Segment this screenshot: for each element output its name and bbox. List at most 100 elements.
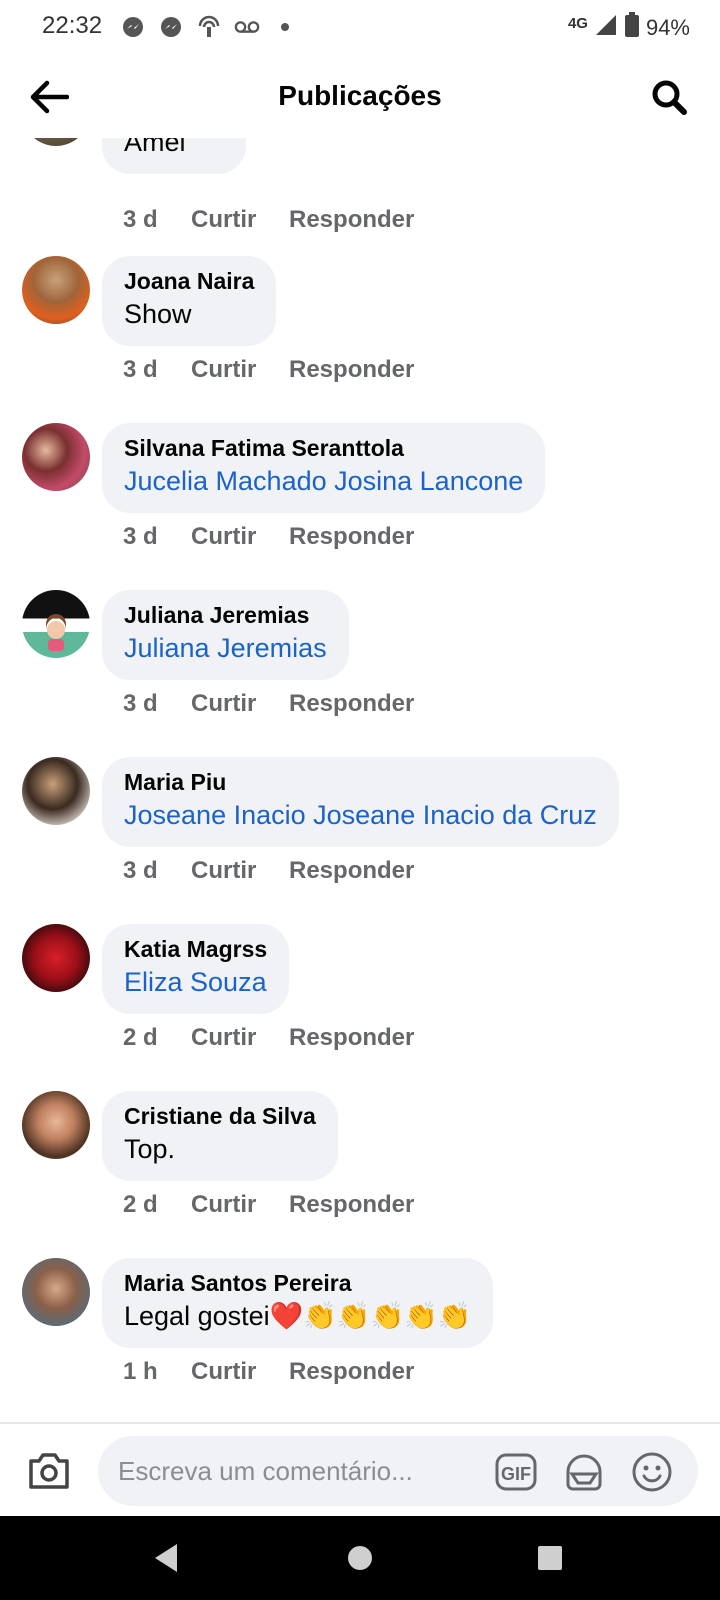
battery-percent: 94% [645, 15, 690, 40]
battery-icon [624, 12, 640, 44]
comment-time: 3 d [123, 206, 158, 233]
circle-home-icon [348, 1546, 372, 1570]
nav-back-button[interactable] [148, 1540, 184, 1576]
emoji-icon [632, 1452, 672, 1492]
comment-actions: 2 d Curtir Responder [123, 1024, 414, 1052]
status-time: 22:32 [42, 12, 103, 39]
avatar-figure [46, 614, 66, 651]
avatar[interactable] [22, 590, 90, 658]
notification-icons [120, 14, 298, 40]
like-button[interactable]: Curtir [191, 1024, 289, 1052]
gif-label: GIF [501, 1464, 531, 1484]
reply-button[interactable]: Responder [289, 690, 414, 718]
system-nav-bar [0, 1516, 720, 1600]
like-button[interactable]: Curtir [191, 523, 289, 551]
avatar[interactable] [22, 1258, 90, 1326]
comment-time: 2 d [123, 1024, 158, 1051]
comment-bubble: Silvana Fatima Seranttola Jucelia Machad… [102, 423, 546, 513]
comment-time: 2 d [123, 1191, 158, 1218]
tagged-users-link[interactable]: Jucelia Machado Josina Lancone [124, 463, 523, 499]
sticker-icon [566, 1454, 602, 1491]
hotspot-icon [196, 14, 222, 40]
comment-bubble: Maria Piu Joseane Inacio Joseane Inacio … [102, 757, 619, 847]
commenter-name[interactable]: Silvana Fatima Seranttola [124, 433, 523, 463]
square-recents-icon [538, 1546, 562, 1570]
comment-time: 3 d [123, 523, 158, 550]
comment-actions: 3 d Curtir Responder [123, 857, 414, 885]
camera-button[interactable] [24, 1446, 74, 1496]
comment-time: 1 h [123, 1358, 158, 1385]
commenter-name[interactable]: Cristiane da Silva [124, 1101, 316, 1131]
like-button[interactable]: Curtir [191, 356, 289, 384]
avatar[interactable] [22, 1091, 90, 1159]
signal-icon [594, 13, 618, 43]
search-icon [652, 80, 687, 115]
comment-text: Show [124, 299, 192, 329]
comment-actions: 2 d Curtir Responder [123, 1191, 414, 1219]
status-right: 4G 94% [568, 12, 690, 44]
reply-button[interactable]: Responder [289, 1024, 414, 1052]
commenter-name[interactable]: Maria Piu [124, 767, 597, 797]
status-bar: 22:32 4G 94% [0, 0, 720, 56]
comment-time: 3 d [123, 356, 158, 383]
comment-actions: 3 d Curtir Responder [123, 690, 414, 718]
commenter-name[interactable]: Maria Santos Pereira [124, 1268, 471, 1298]
comment-input[interactable] [98, 1436, 698, 1506]
commenter-name[interactable]: Juliana Jeremias [124, 600, 327, 630]
avatar[interactable] [22, 423, 90, 491]
search-button[interactable] [646, 74, 692, 120]
comment-bubble: Amei [102, 138, 246, 174]
dot-icon [272, 14, 298, 40]
avatar[interactable] [22, 924, 90, 992]
gif-button[interactable]: GIF [494, 1450, 538, 1494]
gif-icon: GIF [495, 1453, 537, 1491]
like-button[interactable]: Curtir [191, 690, 289, 718]
app-header: Publicações [0, 56, 720, 138]
like-button[interactable]: Curtir [191, 1358, 289, 1386]
emoji-button[interactable] [630, 1450, 674, 1494]
like-button[interactable]: Curtir [191, 206, 289, 234]
nav-home-button[interactable] [342, 1540, 378, 1576]
messenger-icon [120, 14, 146, 40]
reply-button[interactable]: Responder [289, 356, 414, 384]
comment-time: 3 d [123, 857, 158, 884]
network-label: 4G [567, 14, 588, 32]
messenger-icon-2 [158, 14, 184, 40]
comment-time: 3 d [123, 690, 158, 717]
like-button[interactable]: Curtir [191, 1191, 289, 1219]
comment-bubble: Joana Naira Show [102, 256, 277, 346]
reply-button[interactable]: Responder [289, 857, 414, 885]
comments-list: Amei 3 d Curtir Responder Joana Naira Sh… [0, 138, 720, 1422]
tagged-users-link[interactable]: Joseane Inacio Joseane Inacio da Cruz [124, 797, 597, 833]
tagged-users-link[interactable]: Eliza Souza [124, 964, 267, 1000]
avatar[interactable] [22, 138, 90, 146]
commenter-name[interactable]: Joana Naira [124, 266, 254, 296]
like-button[interactable]: Curtir [191, 857, 289, 885]
camera-icon [29, 1453, 69, 1489]
avatar[interactable] [22, 256, 90, 324]
avatar[interactable] [22, 757, 90, 825]
sticker-button[interactable] [562, 1450, 606, 1494]
voicemail-icon [234, 14, 260, 40]
comment-actions: 3 d Curtir Responder [123, 206, 414, 234]
comment-bubble: Cristiane da Silva Top. [102, 1091, 338, 1181]
comment-text: Top. [124, 1134, 176, 1164]
comment-actions: 3 d Curtir Responder [123, 356, 414, 384]
comment-bubble: Katia Magrss Eliza Souza [102, 924, 290, 1014]
comment-bubble: Maria Santos Pereira Legal gostei❤️👏👏👏👏👏 [102, 1258, 494, 1348]
comment-actions: 1 h Curtir Responder [123, 1358, 414, 1386]
reply-button[interactable]: Responder [289, 523, 414, 551]
comment-text: Amei [124, 138, 186, 157]
comment-bubble: Juliana Jeremias Juliana Jeremias [102, 590, 349, 680]
nav-recents-button[interactable] [532, 1540, 568, 1576]
comment-composer: GIF [0, 1422, 720, 1518]
reply-button[interactable]: Responder [289, 1191, 414, 1219]
reply-button[interactable]: Responder [289, 1358, 414, 1386]
commenter-name[interactable]: Katia Magrss [124, 934, 267, 964]
comment-actions: 3 d Curtir Responder [123, 523, 414, 551]
tagged-users-link[interactable]: Juliana Jeremias [124, 630, 327, 666]
triangle-back-icon [155, 1544, 177, 1572]
comment-text: Legal gostei❤️👏👏👏👏👏 [124, 1301, 472, 1331]
reply-button[interactable]: Responder [289, 206, 414, 234]
page-title: Publicações [278, 80, 442, 111]
